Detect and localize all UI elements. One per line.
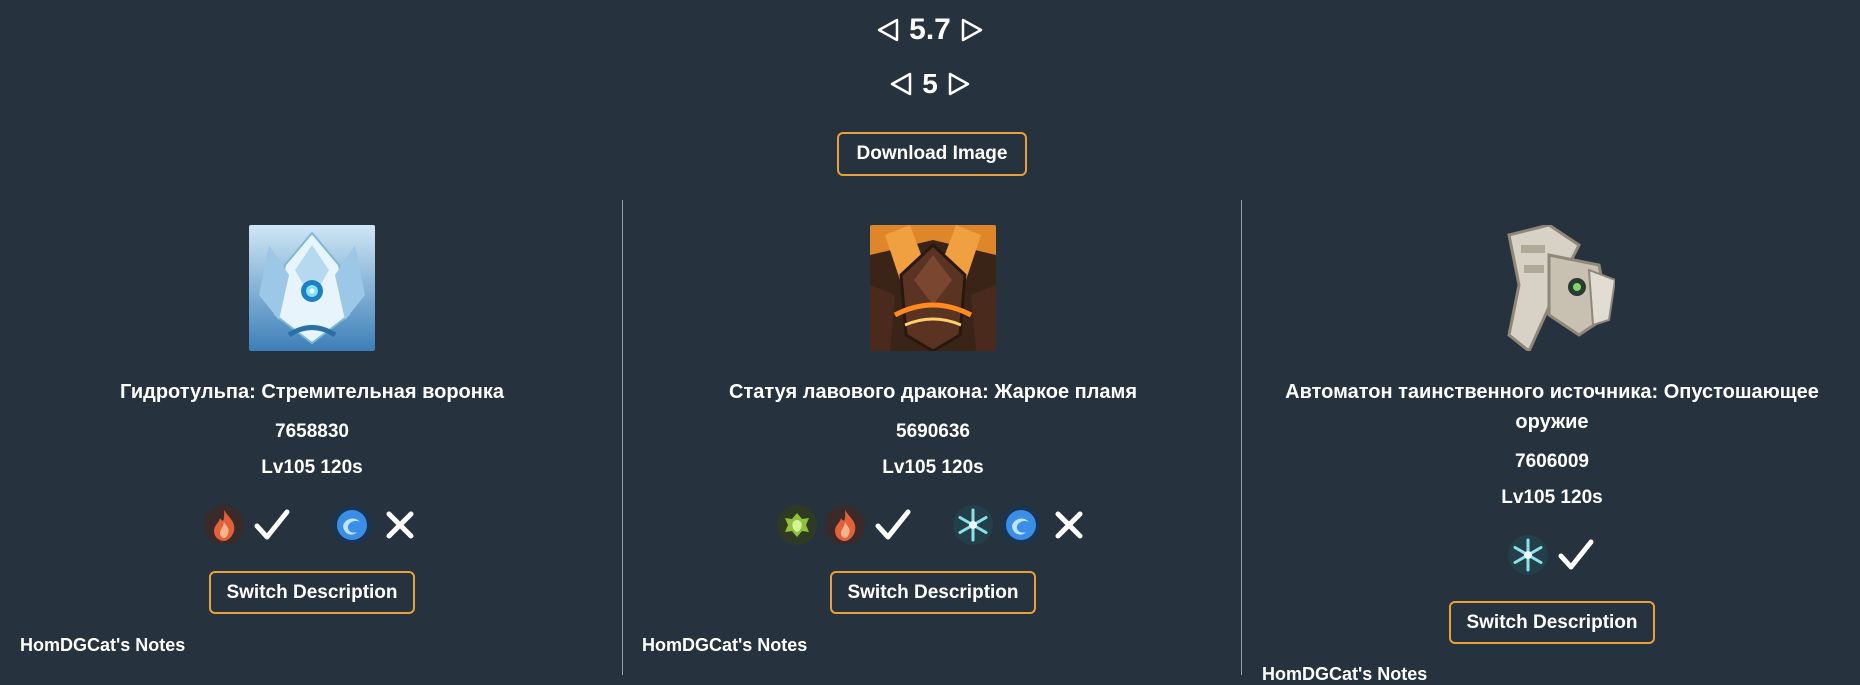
prev-version-arrow-icon[interactable] bbox=[877, 18, 899, 42]
enemy-name: Автоматон таинственного источника: Опуст… bbox=[1285, 381, 1819, 433]
check-icon bbox=[872, 504, 914, 546]
cross-icon bbox=[1048, 504, 1090, 546]
enemy-level: Lv105 120s bbox=[261, 457, 363, 478]
next-version-arrow-icon[interactable] bbox=[961, 18, 983, 42]
enemy-level: Lv105 120s bbox=[882, 457, 984, 478]
check-icon bbox=[251, 504, 293, 546]
enemy-portrait-automaton bbox=[1489, 225, 1615, 351]
notes-heading: HomDGCat's Notes bbox=[20, 635, 186, 655]
cross-icon bbox=[379, 504, 421, 546]
floor-label: 5 bbox=[922, 68, 938, 99]
switch-description-button[interactable]: Switch Description bbox=[1449, 601, 1655, 644]
check-icon bbox=[1555, 534, 1597, 576]
enemy-card: Автоматон таинственного источника: Опуст… bbox=[1242, 225, 1860, 644]
enemy-level: Lv105 120s bbox=[1501, 487, 1603, 508]
enemy-hp: 7658830 bbox=[275, 421, 349, 442]
enemy-portrait-lava-dragon-statue bbox=[870, 225, 996, 351]
switch-description-button[interactable]: Switch Description bbox=[209, 571, 415, 614]
enemy-hp: 7606009 bbox=[1515, 451, 1589, 472]
prev-floor-arrow-icon[interactable] bbox=[890, 72, 912, 96]
next-floor-arrow-icon[interactable] bbox=[948, 72, 970, 96]
enemy-card: Гидротульпа: Стремительная воронка 76588… bbox=[2, 225, 622, 614]
cryo-icon bbox=[952, 504, 994, 546]
enemy-name: Гидротульпа: Стремительная воронка bbox=[120, 381, 504, 403]
dendro-icon bbox=[776, 504, 818, 546]
download-image-button[interactable]: Download Image bbox=[837, 132, 1027, 176]
element-weakness-row bbox=[1507, 533, 1597, 577]
hydro-icon bbox=[1000, 504, 1042, 546]
version-selector: 5.7 bbox=[0, 12, 1860, 48]
element-weakness-row bbox=[203, 503, 421, 547]
version-label: 5.7 bbox=[909, 13, 951, 46]
element-weakness-row bbox=[776, 503, 1090, 547]
pyro-icon bbox=[203, 504, 245, 546]
enemy-name: Статуя лавового дракона: Жаркое пламя bbox=[729, 381, 1137, 403]
enemy-card: Статуя лавового дракона: Жаркое пламя 56… bbox=[623, 225, 1243, 614]
enemy-hp: 5690636 bbox=[896, 421, 970, 442]
enemy-portrait-hydro-tulpa bbox=[249, 225, 375, 351]
notes-heading: HomDGCat's Notes bbox=[642, 635, 808, 655]
switch-description-button[interactable]: Switch Description bbox=[830, 571, 1036, 614]
pyro-icon bbox=[824, 504, 866, 546]
floor-selector: 5 bbox=[0, 66, 1860, 102]
cryo-icon bbox=[1507, 534, 1549, 576]
hydro-icon bbox=[331, 504, 373, 546]
